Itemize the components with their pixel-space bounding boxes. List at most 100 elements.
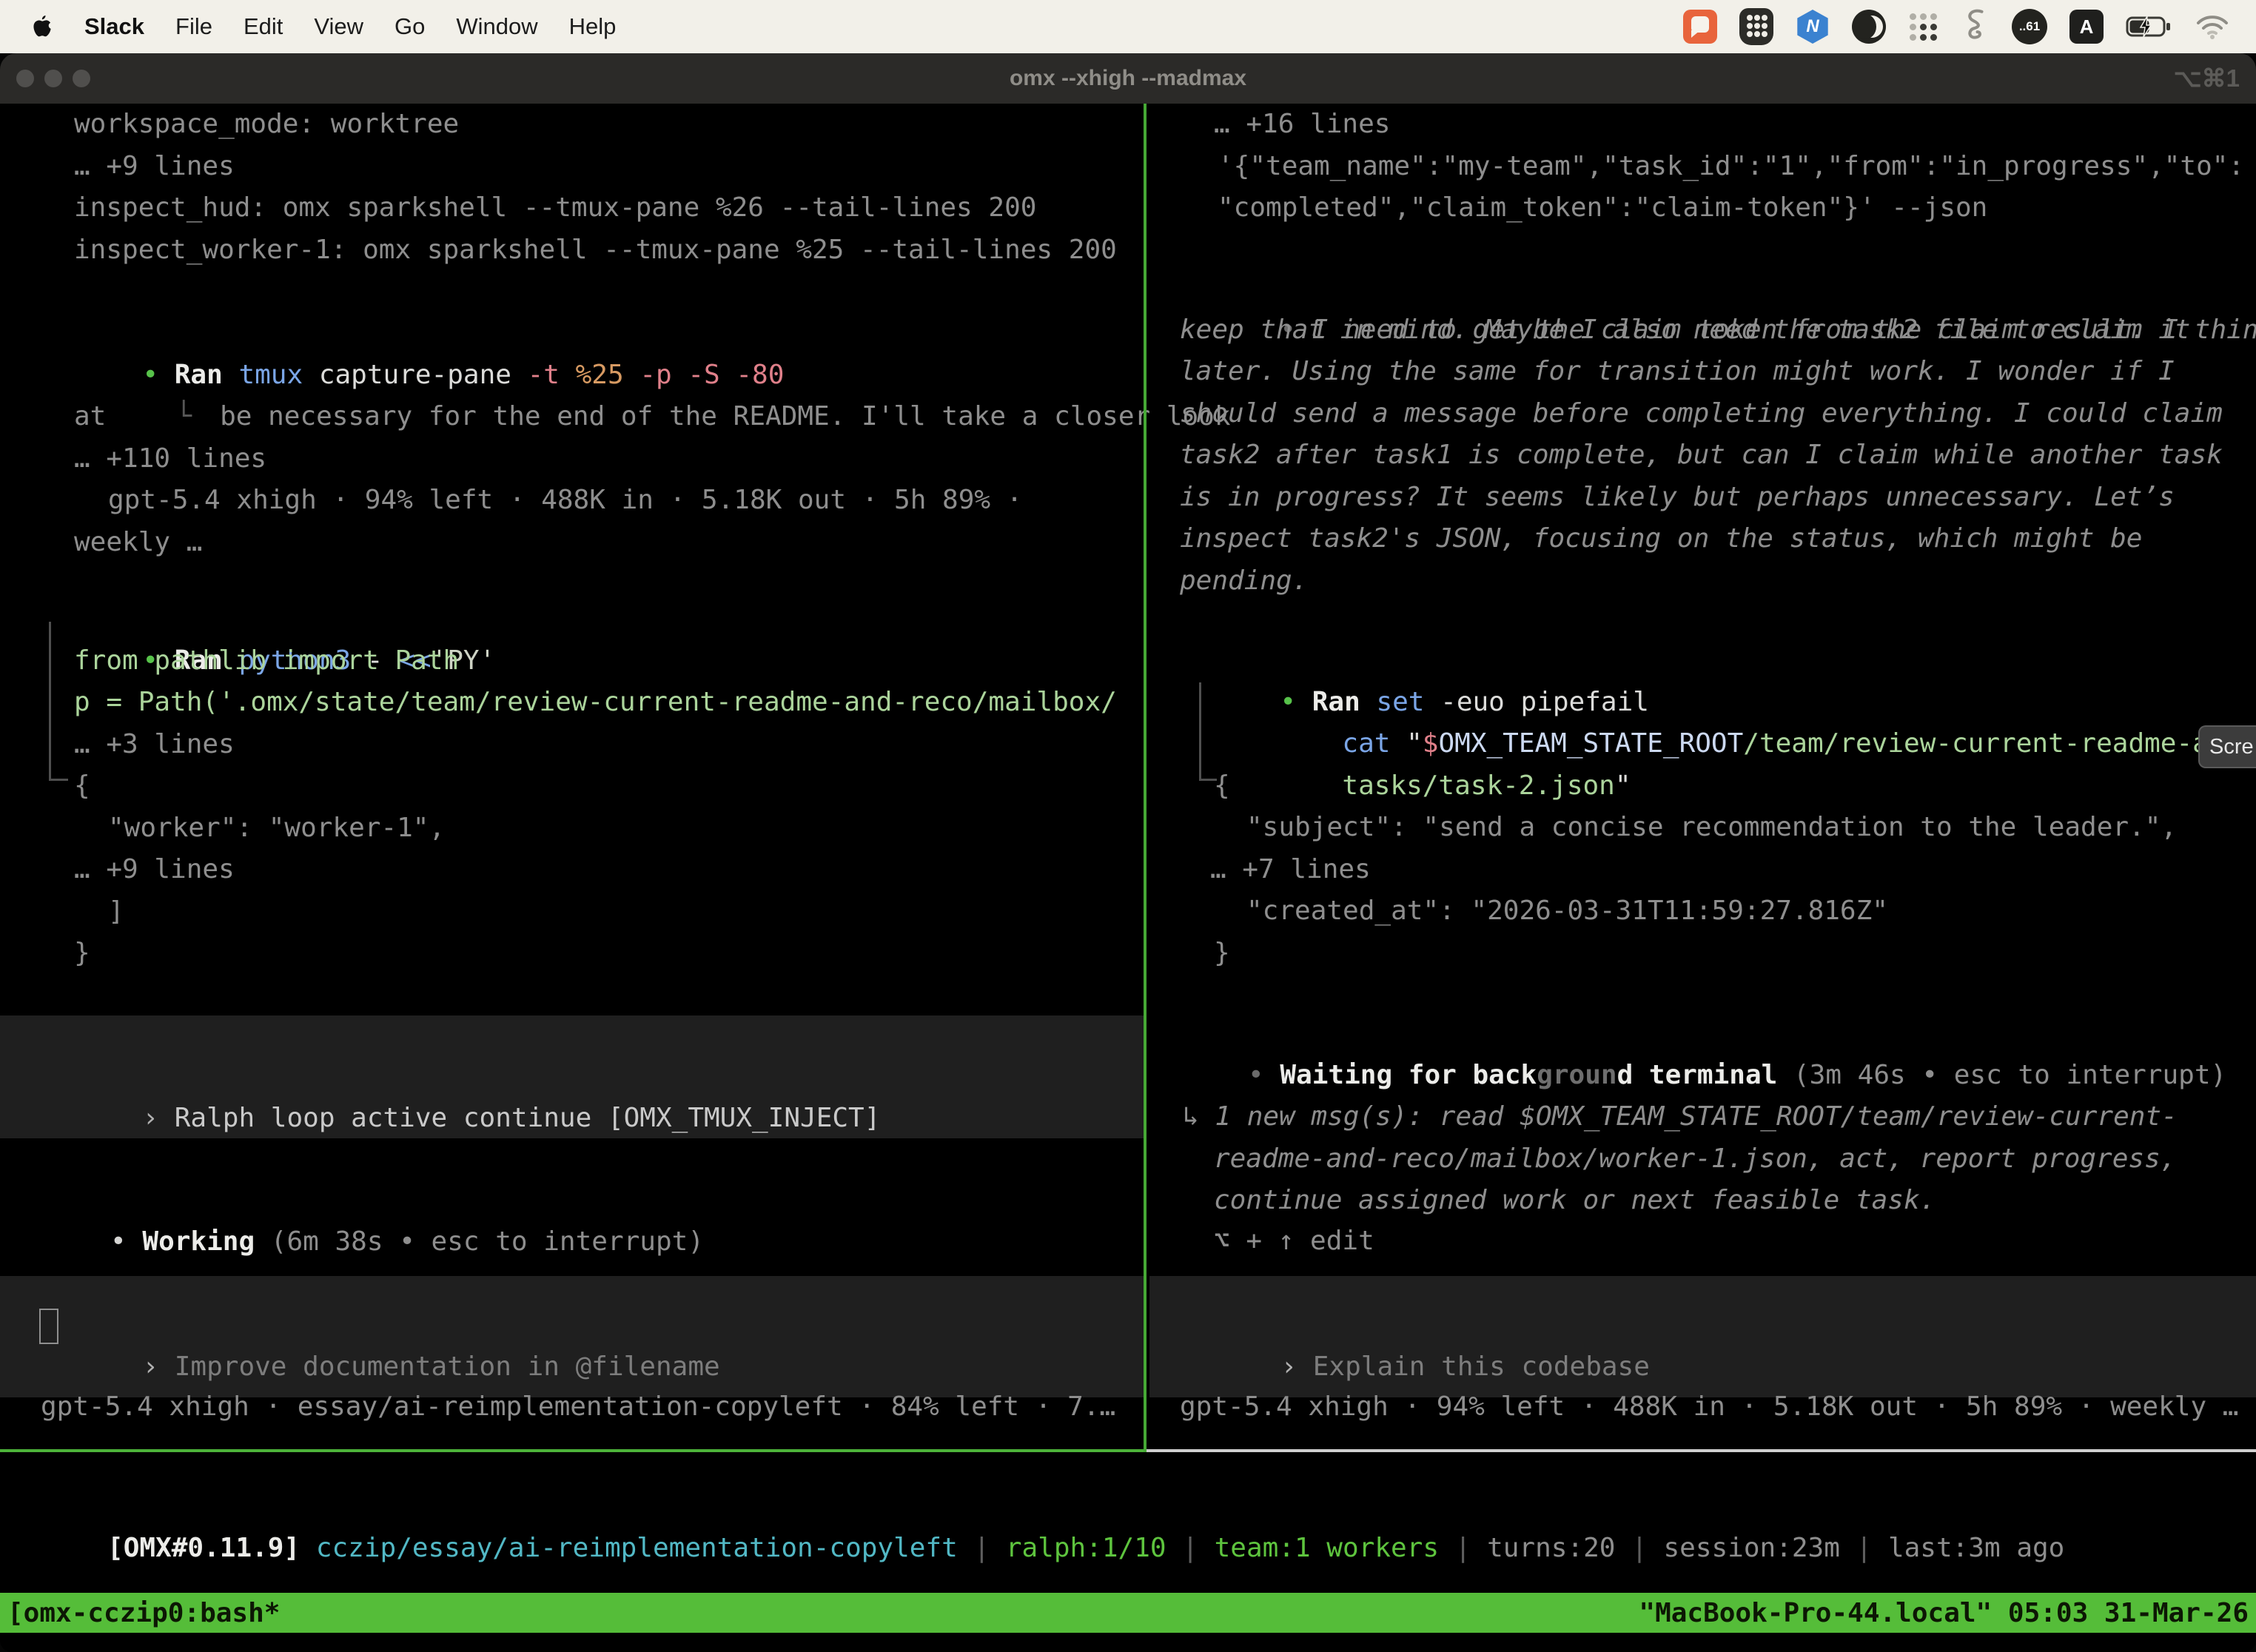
right-prompt-input[interactable]: › Explain this codebase: [1149, 1276, 2256, 1397]
message-line: readme-and-reco/mailbox/worker-1.json, a…: [0, 1138, 2256, 1181]
window-title: omx --xhigh --madmax: [0, 53, 2256, 104]
prompt-placeholder: Explain this codebase: [1313, 1352, 1650, 1382]
quote: ": [1615, 770, 1631, 801]
thinking-line: keep that in mind. Maybe I also need the…: [0, 309, 2256, 352]
badge-61-label: ..61: [2019, 19, 2040, 34]
waiting-label: d terminal: [1617, 1060, 1778, 1090]
message-line: ↳ 1 new msg(s): read $OMX_TEAM_STATE_ROO…: [0, 1096, 2256, 1138]
hexagon-app-icon[interactable]: N: [1796, 10, 1830, 44]
battery-icon[interactable]: [2126, 15, 2173, 38]
right-pane-log-block: … +16 lines '{"team_name":"my-team","tas…: [0, 104, 2256, 229]
squiggle-icon[interactable]: [1960, 8, 1990, 45]
message-line: continue assigned work or next feasible …: [0, 1180, 2256, 1222]
prompt-line: › Improve documentation in @filename: [0, 1304, 720, 1346]
dots-grid-icon[interactable]: [1908, 12, 1938, 41]
screen-tooltip: Scre: [2198, 725, 2256, 768]
injected-prompt-line: › Ralph loop active continue [OMX_TMUX_I…: [0, 1055, 880, 1098]
menu-app-name[interactable]: Slack: [84, 13, 144, 40]
terminal-line: }: [0, 933, 2256, 975]
terminal-line: "completed","claim_token":"claim-token"}…: [0, 187, 2256, 229]
right-model-status-line: gpt-5.4 xhigh · 94% left · 488K in · 5.1…: [0, 1386, 2238, 1428]
menu-item-file[interactable]: File: [175, 13, 212, 40]
apple-menu-icon[interactable]: [31, 13, 53, 40]
command-name: set: [1376, 687, 1440, 717]
bullet-icon: •: [1248, 1060, 1280, 1090]
separator: |: [1840, 1533, 1888, 1563]
window-titlebar[interactable]: omx --xhigh --madmax ⌥⌘1: [0, 53, 2256, 104]
file-path: tasks/task-2.json: [1342, 770, 1614, 801]
left-prompt-input[interactable]: › Improve documentation in @filename: [0, 1276, 1144, 1397]
thinking-line: inspect task2's JSON, focusing on the st…: [0, 518, 2256, 560]
a-key-icon[interactable]: A: [2069, 10, 2104, 44]
hexagon-glyph: N: [1806, 16, 1819, 37]
ran-label: Ran: [1312, 687, 1377, 717]
waiting-status-line: • Waiting for background terminal (3m 46…: [0, 1013, 2226, 1055]
thinking-line: task2 after task1 is complete, but can I…: [0, 434, 2256, 477]
command-line: • Ran python3 - <<'PY': [0, 598, 1144, 640]
waiting-meta: (3m 46s • esc to interrupt): [1777, 1060, 2226, 1090]
terminal-line: … +7 lines: [0, 849, 2256, 891]
window-shortcut-badge: ⌥⌘1: [2174, 53, 2240, 104]
omx-version: [OMX#0.11.9]: [107, 1533, 300, 1563]
terminal-line: … +16 lines: [0, 104, 2256, 146]
menu-item-go[interactable]: Go: [395, 13, 425, 40]
ran-set-block: • Ran set -euo pipefail cat "$OMX_TEAM_S…: [0, 639, 2256, 974]
waiting-label-dim: groun: [1537, 1060, 1617, 1090]
edit-hint-line: ⌥ + ↑ edit: [0, 1220, 1374, 1263]
separator: |: [1166, 1533, 1215, 1563]
crescent-app-icon[interactable]: [1852, 10, 1886, 44]
tmux-host-clock: "MacBook-Pro-44.local" 05:03 31-Mar-26: [1639, 1598, 2249, 1628]
separator: |: [1615, 1533, 1663, 1563]
omx-status-bar: [OMX#0.11.9] cczip/essay/ai-reimplementa…: [0, 1485, 2064, 1528]
command-line: • Ran set -euo pipefail: [0, 639, 2256, 682]
thinking-line: later. Using the same for transition mig…: [0, 351, 2256, 393]
menu-item-window[interactable]: Window: [456, 13, 537, 40]
badge-61-icon[interactable]: ..61: [2012, 9, 2047, 44]
chevron-icon: ›: [1280, 1352, 1312, 1382]
terminal-window: omx --xhigh --madmax ⌥⌘1 workspace_mode:…: [0, 53, 2256, 1652]
env-var: OMX_TEAM_STATE_ROOT: [1438, 728, 1743, 759]
terminal-line: inspect_worker-1: omx sparkshell --tmux-…: [0, 229, 1144, 272]
chat-app-icon[interactable]: [1683, 10, 1717, 44]
thinking-line: is in progress? It seems likely but perh…: [0, 477, 2256, 519]
menu-item-help[interactable]: Help: [569, 13, 617, 40]
tmux-status-bar: [omx-cczip0:bash* "MacBook-Pro-44.local"…: [0, 1593, 2256, 1633]
file-path: /team/review-current-readme-and-reco/: [1743, 728, 2256, 759]
tmux-session-label[interactable]: [omx-cczip0:bash*: [7, 1598, 280, 1628]
separator: |: [1439, 1533, 1487, 1563]
separator: |: [958, 1533, 1006, 1563]
prompt-placeholder: Improve documentation in @filename: [175, 1352, 720, 1382]
ralph-counter: ralph:1/10: [1006, 1533, 1166, 1563]
menu-item-view[interactable]: View: [314, 13, 363, 40]
last-activity: last:3m ago: [1888, 1533, 2064, 1563]
thinking-line: • I need to get the claim token from the…: [0, 267, 2256, 309]
text-cursor: [39, 1309, 58, 1344]
space: [300, 1533, 316, 1563]
menu-item-edit[interactable]: Edit: [244, 13, 283, 40]
prompt-line: › Explain this codebase: [1149, 1304, 1650, 1346]
bullet-icon: •: [1280, 687, 1312, 717]
command-args: -euo pipefail: [1440, 687, 1649, 717]
wifi-icon[interactable]: [2195, 13, 2229, 40]
turns-counter: turns:20: [1487, 1533, 1615, 1563]
a-key-label: A: [2080, 16, 2094, 38]
waiting-label: Waiting for back: [1280, 1060, 1537, 1090]
team-counter: team:1 workers: [1215, 1533, 1439, 1563]
dollar-sign: $: [1423, 728, 1439, 759]
pane-divider-vertical[interactable]: [1144, 104, 1147, 1452]
terminal-line: "created_at": "2026-03-31T11:59:27.816Z": [0, 890, 2256, 933]
command-line: cat "$OMX_TEAM_STATE_ROOT/team/review-cu…: [0, 682, 2256, 724]
terminal-line: {: [0, 765, 2256, 807]
terminal-content: workspace_mode: worktree … +9 lines insp…: [0, 104, 2256, 1652]
chevron-icon: ›: [142, 1352, 174, 1382]
session-timer: session:23m: [1663, 1533, 1839, 1563]
menu-bar: Slack File Edit View Go Window Help N ..…: [0, 0, 2256, 53]
thinking-line: pending.: [0, 560, 2256, 602]
thinking-line: should send a message before completing …: [0, 393, 2256, 435]
terminal-line: "subject": "send a concise recommendatio…: [0, 807, 2256, 849]
left-pane-bottom-border: [0, 1449, 1144, 1452]
mailbox-message-block: ↳ 1 new msg(s): read $OMX_TEAM_STATE_ROO…: [0, 1096, 2256, 1222]
quote: ": [1406, 728, 1423, 759]
omx-project: cczip/essay/ai-reimplementation-copyleft: [316, 1533, 958, 1563]
keypad-app-icon[interactable]: [1739, 8, 1773, 45]
